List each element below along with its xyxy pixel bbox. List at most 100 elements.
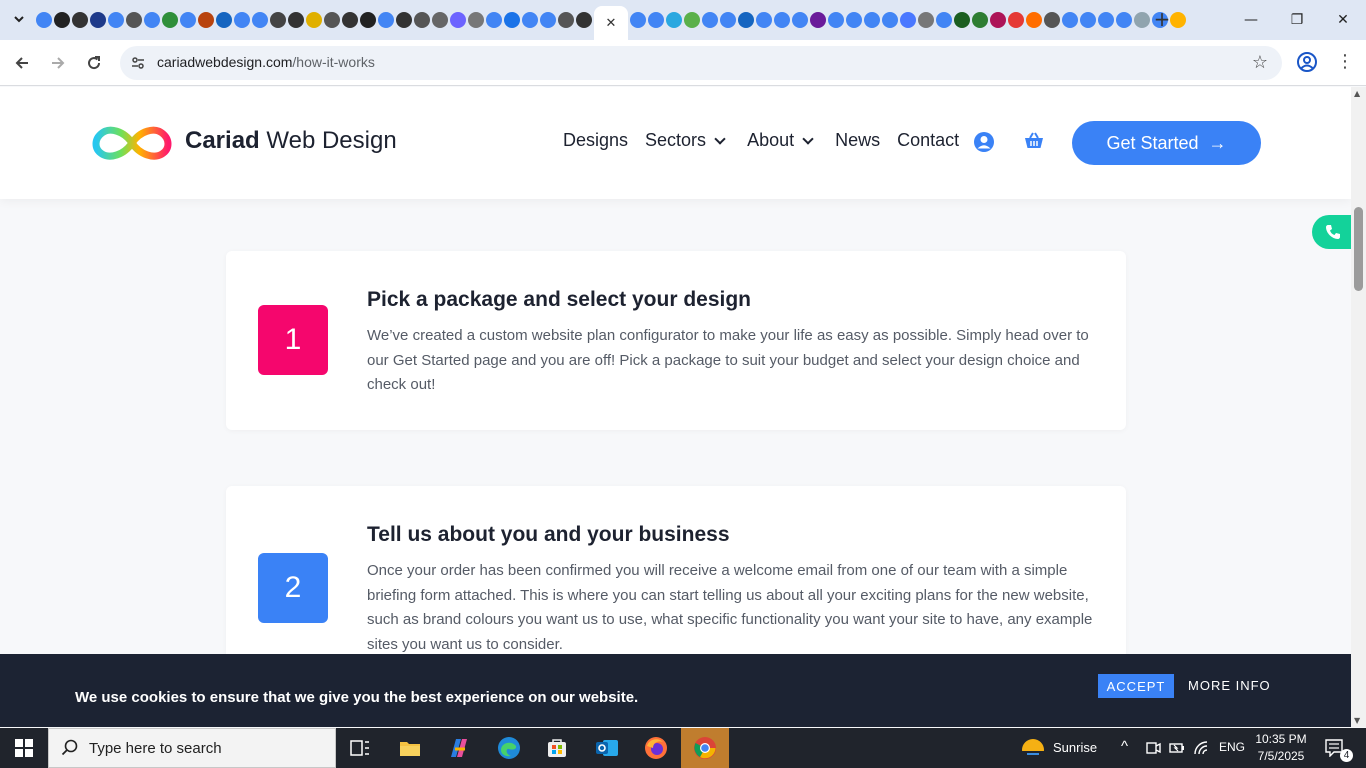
browser-menu-icon[interactable]: ⋮ bbox=[1336, 50, 1354, 74]
bookmark-star-icon[interactable]: ☆ bbox=[1252, 52, 1268, 73]
logo-text[interactable]: Cariad Web Design bbox=[185, 127, 397, 155]
weather-label[interactable]: Sunrise bbox=[1053, 740, 1097, 755]
reload-button[interactable] bbox=[83, 52, 105, 74]
scroll-down-arrow-icon[interactable]: ▼ bbox=[1354, 716, 1360, 725]
tab-favicon[interactable] bbox=[828, 12, 844, 28]
tab-favicon[interactable] bbox=[846, 12, 862, 28]
tab-favicon[interactable] bbox=[144, 12, 160, 28]
tab-favicon[interactable] bbox=[378, 12, 394, 28]
tab-favicon[interactable] bbox=[1062, 12, 1078, 28]
close-window-button[interactable]: ✕ bbox=[1320, 0, 1366, 40]
tab-favicon[interactable] bbox=[468, 12, 484, 28]
tab-favicon[interactable] bbox=[666, 12, 682, 28]
taskbar-store[interactable] bbox=[533, 728, 581, 768]
tab-favicon[interactable] bbox=[702, 12, 718, 28]
tab-favicon[interactable] bbox=[522, 12, 538, 28]
tab-favicon[interactable] bbox=[180, 12, 196, 28]
tab-favicon[interactable] bbox=[1008, 12, 1024, 28]
taskbar-firefox[interactable] bbox=[632, 728, 680, 768]
wifi-icon[interactable] bbox=[1193, 740, 1209, 756]
tab-favicon[interactable] bbox=[1026, 12, 1042, 28]
scrollbar-thumb[interactable] bbox=[1354, 207, 1363, 291]
forward-button[interactable] bbox=[47, 52, 69, 74]
taskbar-search[interactable]: Type here to search bbox=[48, 728, 336, 768]
nav-item-contact[interactable]: Contact bbox=[897, 130, 959, 151]
tab-favicon[interactable] bbox=[1134, 12, 1150, 28]
language-indicator[interactable]: ENG bbox=[1219, 740, 1245, 754]
tab-favicon[interactable] bbox=[504, 12, 520, 28]
nav-item-about[interactable]: About bbox=[747, 130, 814, 151]
tab-favicon[interactable] bbox=[558, 12, 574, 28]
tab-favicon[interactable] bbox=[324, 12, 340, 28]
new-tab-button[interactable]: + bbox=[1152, 9, 1172, 29]
tab-favicon[interactable] bbox=[234, 12, 250, 28]
nav-item-designs[interactable]: Designs bbox=[563, 130, 628, 151]
tab-favicon[interactable] bbox=[774, 12, 790, 28]
tab-favicon[interactable] bbox=[882, 12, 898, 28]
tab-favicon[interactable] bbox=[414, 12, 430, 28]
meet-now-icon[interactable] bbox=[1145, 740, 1161, 756]
tab-favicon[interactable] bbox=[432, 12, 448, 28]
battery-icon[interactable] bbox=[1169, 740, 1185, 756]
task-view-button[interactable] bbox=[336, 728, 384, 768]
tab-favicon[interactable] bbox=[342, 12, 358, 28]
site-info-icon[interactable] bbox=[130, 55, 146, 71]
tab-favicon[interactable] bbox=[720, 12, 736, 28]
tab-favicon[interactable] bbox=[810, 12, 826, 28]
close-tab-icon[interactable]: ✕ bbox=[606, 16, 617, 31]
tab-favicon[interactable] bbox=[270, 12, 286, 28]
tab-favicon[interactable] bbox=[90, 12, 106, 28]
call-button[interactable] bbox=[1312, 215, 1351, 249]
start-button[interactable] bbox=[0, 728, 48, 768]
tab-favicon[interactable] bbox=[198, 12, 214, 28]
taskbar-copilot[interactable] bbox=[435, 728, 483, 768]
tab-favicon[interactable] bbox=[576, 12, 592, 28]
tab-favicon[interactable] bbox=[1116, 12, 1132, 28]
taskbar-file-explorer[interactable] bbox=[386, 728, 434, 768]
tab-favicon[interactable] bbox=[990, 12, 1006, 28]
active-tab[interactable]: ✕ bbox=[594, 6, 628, 40]
cookie-accept-button[interactable]: ACCEPT bbox=[1098, 674, 1174, 698]
taskbar-chrome[interactable] bbox=[681, 728, 729, 768]
tab-favicon[interactable] bbox=[756, 12, 772, 28]
tab-favicon[interactable] bbox=[684, 12, 700, 28]
get-started-button[interactable]: Get Started → bbox=[1072, 121, 1261, 165]
tab-favicon[interactable] bbox=[630, 12, 646, 28]
tab-favicon[interactable] bbox=[738, 12, 754, 28]
scroll-up-arrow-icon[interactable]: ▲ bbox=[1354, 89, 1360, 98]
address-bar[interactable]: cariadwebdesign.com/how-it-works ☆ bbox=[120, 46, 1282, 80]
minimize-button[interactable]: — bbox=[1228, 0, 1274, 40]
tab-favicon[interactable] bbox=[396, 12, 412, 28]
tab-favicon[interactable] bbox=[954, 12, 970, 28]
weather-sunrise-icon[interactable] bbox=[1020, 736, 1046, 758]
tab-favicon[interactable] bbox=[1044, 12, 1060, 28]
nav-item-news[interactable]: News bbox=[835, 130, 880, 151]
tab-favicon[interactable] bbox=[72, 12, 88, 28]
tab-favicon[interactable] bbox=[1098, 12, 1114, 28]
tray-chevron-icon[interactable]: ^ bbox=[1121, 738, 1128, 755]
tab-favicon[interactable] bbox=[1080, 12, 1096, 28]
profile-button[interactable] bbox=[1296, 51, 1318, 73]
tab-favicon[interactable] bbox=[540, 12, 556, 28]
back-button[interactable] bbox=[11, 52, 33, 74]
basket-button[interactable] bbox=[1023, 130, 1045, 152]
tab-favicon[interactable] bbox=[1170, 12, 1186, 28]
cookie-more-info-link[interactable]: MORE INFO bbox=[1188, 678, 1271, 693]
taskbar-edge[interactable] bbox=[485, 728, 533, 768]
taskbar-outlook[interactable] bbox=[583, 728, 631, 768]
tab-favicon[interactable] bbox=[864, 12, 880, 28]
tab-search-button[interactable] bbox=[8, 8, 30, 30]
nav-item-sectors[interactable]: Sectors bbox=[645, 130, 726, 151]
tab-favicon[interactable] bbox=[288, 12, 304, 28]
tab-favicon[interactable] bbox=[936, 12, 952, 28]
tab-favicon[interactable] bbox=[972, 12, 988, 28]
logo-infinity-icon[interactable] bbox=[90, 123, 174, 163]
tab-favicon[interactable] bbox=[216, 12, 232, 28]
tab-favicon[interactable] bbox=[648, 12, 664, 28]
taskbar-clock[interactable]: 10:35 PM 7/5/2025 bbox=[1246, 731, 1316, 765]
tab-favicon[interactable] bbox=[126, 12, 142, 28]
tab-favicon[interactable] bbox=[360, 12, 376, 28]
tab-favicon[interactable] bbox=[918, 12, 934, 28]
restore-button[interactable]: ❐ bbox=[1274, 0, 1320, 40]
tab-favicon[interactable] bbox=[252, 12, 268, 28]
